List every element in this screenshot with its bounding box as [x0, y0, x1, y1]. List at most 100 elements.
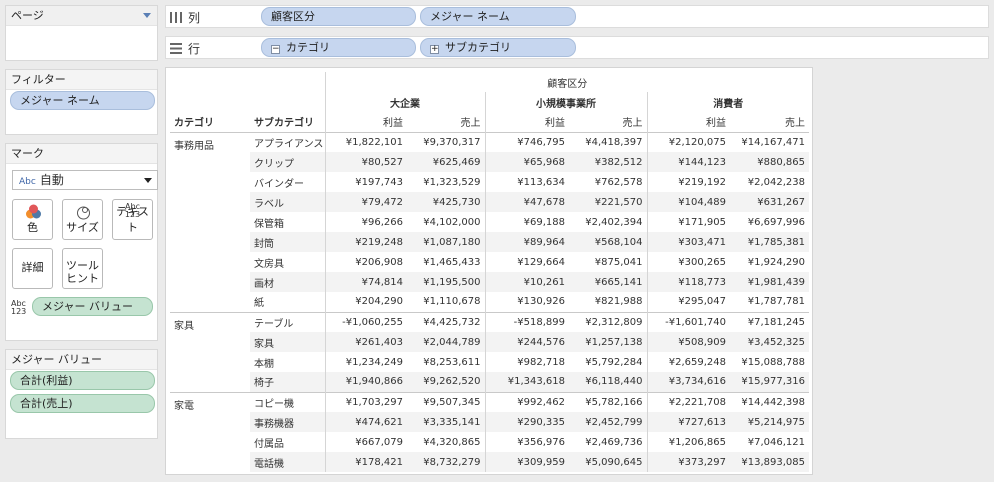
- sales-cell: ¥9,507,345: [407, 391, 485, 412]
- sales-cell: ¥880,865: [730, 152, 809, 172]
- columns-pill-segment[interactable]: 顧客区分: [261, 7, 416, 26]
- sales-cell: ¥5,792,284: [585, 356, 643, 368]
- marks-title: マーク: [6, 144, 157, 164]
- collapse-icon[interactable]: −: [271, 45, 280, 54]
- profit-cell: ¥113,634: [484, 172, 569, 192]
- profit-cell: -¥1,601,740: [646, 311, 730, 332]
- sales-cell: ¥821,988: [594, 296, 643, 308]
- category-cell: 家電: [170, 391, 250, 472]
- sales-cell: ¥568,104: [569, 232, 647, 252]
- sales-cell: ¥15,088,788: [741, 356, 805, 368]
- mark-type-select[interactable]: Abc 自動: [12, 170, 158, 190]
- profit-cell: ¥79,472: [324, 192, 407, 212]
- columns-label-text: 列: [188, 11, 201, 25]
- color-button[interactable]: 色: [12, 199, 53, 240]
- sales-cell: ¥4,102,000: [423, 216, 481, 228]
- sales-cell: ¥6,697,996: [747, 216, 805, 228]
- header-segment-1: 小規模事業所: [484, 92, 647, 112]
- profit-cell: ¥204,290: [324, 292, 407, 312]
- expand-icon[interactable]: +: [430, 45, 439, 54]
- profit-cell: ¥65,968: [484, 152, 569, 172]
- sales-cell: ¥3,335,141: [407, 412, 485, 432]
- sales-cell: ¥5,782,166: [569, 391, 647, 412]
- profit-cell: ¥992,462: [484, 391, 569, 412]
- sales-cell: ¥6,118,440: [569, 372, 647, 392]
- table-row: 付属品 ¥667,079 ¥4,320,865 ¥356,976 ¥2,469,736 ¥…: [170, 432, 809, 452]
- pages-dropdown-icon[interactable]: [143, 13, 151, 18]
- table-row: 保管箱 ¥96,266 ¥4,102,000 ¥69,188 ¥2,402,394 ¥17…: [170, 212, 809, 232]
- table-row: 家具 ¥261,403 ¥2,044,789 ¥244,576 ¥1,257,138 ¥5…: [170, 332, 809, 352]
- table-row: 事務用品 アプライアンス ¥1,822,101 ¥9,370,317 ¥746,795 ¥…: [170, 131, 809, 312]
- rows-pill-subcategory[interactable]: + サブカテゴリ: [420, 38, 576, 57]
- header-segment-field: 顧客区分: [324, 72, 809, 92]
- columns-shelf-label: 列: [170, 9, 200, 26]
- profit-cell: ¥171,905: [646, 212, 730, 232]
- sales-cell: ¥1,785,381: [730, 232, 809, 252]
- detail-label: 詳細: [21, 261, 44, 274]
- mark-type-value: 自動: [39, 173, 64, 187]
- rows-icon: [170, 43, 182, 54]
- filters-shelf[interactable]: フィルター メジャー ネーム: [5, 69, 158, 135]
- profit-cell: ¥2,221,708: [646, 391, 730, 412]
- subcategory-cell: 封筒: [250, 232, 325, 252]
- header-segment-2: 消費者: [646, 92, 809, 112]
- table-row: 封筒 ¥219,248 ¥1,087,180 ¥89,964 ¥568,104 ¥303,…: [170, 232, 809, 252]
- profit-cell: ¥1,234,249: [324, 352, 407, 372]
- rows-shelf[interactable]: 行 − カテゴリ + サブカテゴリ: [165, 36, 989, 59]
- table-row: 本棚 ¥1,234,249 ¥8,253,611 ¥982,718 ¥5,792,284…: [170, 352, 809, 372]
- profit-cell: ¥178,421: [324, 452, 407, 472]
- category-cell: 家具: [170, 311, 250, 392]
- header-subcategory: サブカテゴリ: [254, 118, 314, 130]
- profit-cell: ¥261,403: [324, 332, 407, 352]
- table-row: 文房具 ¥206,908 ¥1,465,433 ¥129,664 ¥875,041 ¥30…: [170, 252, 809, 272]
- sales-cell: ¥2,042,238: [747, 176, 805, 188]
- profit-cell: ¥300,265: [646, 252, 730, 272]
- subcategory-cell: アプライアンス: [250, 131, 325, 152]
- profit-cell: ¥1,703,297: [324, 391, 407, 412]
- sales-cell: ¥8,253,611: [423, 356, 481, 368]
- subcategory-cell: ラベル: [250, 192, 325, 212]
- table-row: 紙 ¥204,290 ¥1,110,678 ¥130,926 ¥821,988 ¥295,…: [170, 292, 809, 312]
- profit-cell: ¥10,261: [484, 272, 569, 292]
- profit-cell: ¥219,192: [646, 172, 730, 192]
- profit-cell: ¥89,964: [484, 232, 569, 252]
- columns-shelf[interactable]: 列 顧客区分 メジャー ネーム: [165, 5, 989, 28]
- sales-cell: ¥2,044,789: [407, 332, 485, 352]
- rows-pill-category[interactable]: − カテゴリ: [261, 38, 416, 57]
- profit-cell: ¥69,188: [484, 212, 569, 232]
- sales-cell: ¥2,402,394: [585, 216, 643, 228]
- profit-cell: ¥144,123: [646, 152, 730, 172]
- tooltip-button[interactable]: ツール ヒント: [62, 248, 103, 289]
- rows-pill-category-label: カテゴリ: [286, 41, 330, 54]
- measure-pill-sales[interactable]: 合計(売上): [10, 394, 155, 413]
- sales-cell: ¥762,578: [594, 176, 643, 188]
- pages-title-text: ページ: [11, 9, 44, 22]
- profit-cell: ¥373,297: [646, 452, 730, 472]
- filters-title: フィルター: [6, 70, 157, 90]
- color-icon: [26, 204, 41, 219]
- header-measure-profit: 利益: [484, 112, 569, 132]
- measure-values-card[interactable]: メジャー バリュー 合計(利益) 合計(売上): [5, 349, 158, 439]
- size-label: サイズ: [66, 221, 99, 234]
- profit-cell: ¥727,613: [646, 412, 730, 432]
- header-measure-sales: 売上: [785, 118, 805, 130]
- sales-cell: ¥4,425,732: [407, 311, 485, 332]
- filter-pill-measure-names[interactable]: メジャー ネーム: [10, 91, 155, 110]
- size-button[interactable]: サイズ: [62, 199, 103, 240]
- columns-pill-measure-names[interactable]: メジャー ネーム: [420, 7, 576, 26]
- detail-button[interactable]: 詳細: [12, 248, 53, 289]
- profit-cell: ¥3,734,616: [646, 372, 730, 392]
- table-row: ラベル ¥79,472 ¥425,730 ¥47,678 ¥221,570 ¥104,48…: [170, 192, 809, 212]
- profit-cell: ¥303,471: [646, 232, 730, 252]
- marks-text-pill-measure-values[interactable]: メジャー バリュー: [32, 297, 153, 316]
- subcategory-cell: 紙: [254, 298, 264, 310]
- table-row: 椅子 ¥1,940,866 ¥9,262,520 ¥1,343,618 ¥6,118,4…: [170, 372, 809, 392]
- measure-pill-profit[interactable]: 合計(利益): [10, 371, 155, 390]
- header-row-measures: カテゴリ サブカテゴリ 利益 売上 利益 売上 利益 売上: [170, 112, 809, 132]
- profit-cell: ¥2,120,075: [646, 131, 730, 152]
- sales-cell: ¥9,370,317: [407, 131, 485, 152]
- text-button[interactable]: Abc 123 テキスト: [112, 199, 153, 240]
- profit-cell: ¥356,976: [484, 432, 569, 452]
- pages-shelf[interactable]: ページ: [5, 5, 158, 61]
- sales-cell: ¥875,041: [594, 256, 643, 268]
